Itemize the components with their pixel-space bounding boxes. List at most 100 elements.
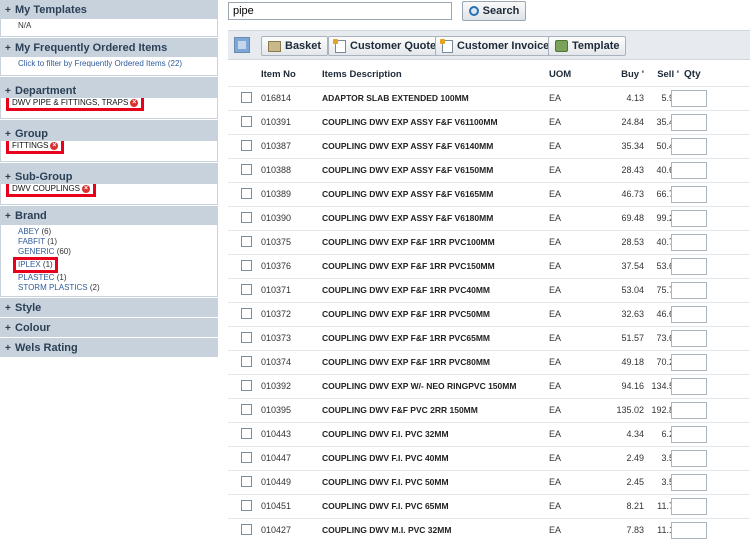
item-uom: EA — [549, 309, 562, 319]
item-description[interactable]: COUPLING DWV F.I. PVC 32MM — [322, 423, 449, 446]
brand-name: ABEY — [18, 227, 40, 236]
item-description[interactable]: COUPLING DWV EXP ASSY F&F V6140MM — [322, 135, 493, 158]
item-description[interactable]: COUPLING DWV EXP ASSY F&F V6150MM — [322, 159, 493, 182]
item-description[interactable]: COUPLING DWV EXP F&F 1RR PVC65MM — [322, 327, 490, 350]
quantity-input[interactable] — [671, 138, 707, 155]
quantity-input[interactable] — [671, 186, 707, 203]
subgroup-header[interactable]: + Sub-Group — [0, 163, 218, 184]
wels-rating-header[interactable]: + Wels Rating — [0, 338, 218, 357]
quantity-input[interactable] — [671, 306, 707, 323]
item-description[interactable]: COUPLING DWV EXP F&F 1RR PVC100MM — [322, 231, 495, 254]
row-checkbox[interactable] — [241, 500, 252, 511]
item-description[interactable]: COUPLING DWV EXP ASSY F&F V61100MM — [322, 111, 498, 134]
customer-quote-label: Customer Quote — [350, 40, 437, 52]
row-checkbox[interactable] — [241, 260, 252, 271]
select-all-checkbox[interactable] — [234, 37, 250, 53]
quantity-input[interactable] — [671, 258, 707, 275]
colour-header[interactable]: + Colour — [0, 318, 218, 337]
brand-item-plastec[interactable]: PLASTEC (1) — [18, 273, 212, 283]
item-description[interactable]: COUPLING DWV M.I. PVC 32MM — [322, 519, 451, 542]
item-number: 010392 — [261, 381, 292, 391]
table-row: 010443COUPLING DWV F.I. PVC 32MMEA4.346.… — [228, 422, 750, 446]
row-checkbox[interactable] — [241, 188, 252, 199]
item-description[interactable]: ADAPTOR SLAB EXTENDED 100MM — [322, 87, 469, 110]
row-checkbox[interactable] — [241, 236, 252, 247]
item-buy-price: 28.53 — [621, 237, 644, 247]
frequent-items-filter-link[interactable]: Click to filter by Frequently Ordered It… — [0, 57, 218, 76]
quantity-input[interactable] — [671, 114, 707, 131]
quantity-input[interactable] — [671, 354, 707, 371]
row-checkbox[interactable] — [241, 524, 252, 535]
brand-item-fabfit[interactable]: FABFIT (1) — [18, 237, 212, 247]
header-sell[interactable]: Sell ' — [657, 63, 679, 86]
frequent-items-header[interactable]: + My Frequently Ordered Items — [0, 38, 218, 57]
quantity-input[interactable] — [671, 162, 707, 179]
quantity-input[interactable] — [671, 474, 707, 491]
row-checkbox[interactable] — [241, 212, 252, 223]
remove-filter-icon[interactable]: × — [130, 98, 139, 107]
quantity-input[interactable] — [671, 210, 707, 227]
quantity-input[interactable] — [671, 90, 707, 107]
group-header[interactable]: + Group — [0, 120, 218, 141]
header-description[interactable]: Items Description — [322, 63, 402, 86]
row-checkbox[interactable] — [241, 428, 252, 439]
brand-item-storm-plastics[interactable]: STORM PLASTICS (2) — [18, 283, 212, 293]
quantity-input[interactable] — [671, 498, 707, 515]
expand-icon: + — [5, 211, 11, 222]
quantity-input[interactable] — [671, 426, 707, 443]
quantity-input[interactable] — [671, 522, 707, 539]
quantity-input[interactable] — [671, 402, 707, 419]
item-description[interactable]: COUPLING DWV F.I. PVC 40MM — [322, 447, 449, 470]
quantity-input[interactable] — [671, 378, 707, 395]
item-buy-price: 4.13 — [626, 93, 644, 103]
brand-item-iplex[interactable]: IPLEX (1) — [13, 257, 58, 273]
search-input[interactable] — [228, 2, 452, 20]
quantity-input[interactable] — [671, 450, 707, 467]
row-checkbox[interactable] — [241, 476, 252, 487]
basket-button[interactable]: Basket — [261, 36, 329, 56]
item-description[interactable]: COUPLING DWV EXP F&F 1RR PVC80MM — [322, 351, 490, 374]
quantity-input[interactable] — [671, 282, 707, 299]
item-description[interactable]: COUPLING DWV EXP W/- NEO RINGPVC 150MM — [322, 375, 516, 398]
row-checkbox[interactable] — [241, 404, 252, 415]
row-checkbox[interactable] — [241, 356, 252, 367]
department-header[interactable]: + Department — [0, 77, 218, 98]
customer-invoice-button[interactable]: Customer Invoice — [435, 36, 557, 56]
table-body: 016814 ADAPTOR SLAB EXTENDED 100MM EA 4.13 5… — [228, 86, 750, 542]
row-checkbox[interactable] — [241, 284, 252, 295]
row-checkbox[interactable] — [241, 380, 252, 391]
row-checkbox[interactable] — [241, 116, 252, 127]
header-buy[interactable]: Buy ' — [621, 63, 644, 86]
item-number: 010395 — [261, 405, 292, 415]
row-checkbox[interactable] — [241, 332, 252, 343]
quantity-input[interactable] — [671, 330, 707, 347]
table-row: 010389 COUPLING DWV EXP ASSY F&F V6165MM E… — [228, 182, 750, 206]
row-checkbox[interactable] — [241, 92, 252, 103]
customer-quote-button[interactable]: Customer Quote — [328, 36, 444, 56]
item-description[interactable]: COUPLING DWV EXP F&F 1RR PVC150MM — [322, 255, 495, 278]
row-checkbox[interactable] — [241, 308, 252, 319]
brand-item-generic[interactable]: GENERIC (60) — [18, 247, 212, 257]
table-row: 010371 COUPLING DWV EXP F&F 1RR PVC40MM EA… — [228, 278, 750, 302]
item-description[interactable]: COUPLING DWV F.I. PVC 50MM — [322, 471, 449, 494]
template-button[interactable]: Template — [548, 36, 627, 56]
brand-header[interactable]: + Brand — [0, 206, 218, 225]
remove-filter-icon[interactable]: × — [82, 184, 91, 193]
row-checkbox[interactable] — [241, 452, 252, 463]
brand-item-abey[interactable]: ABEY (6) — [18, 227, 212, 237]
my-templates-header[interactable]: + My Templates — [0, 0, 218, 19]
item-description[interactable]: COUPLING DWV EXP ASSY F&F V6165MM — [322, 183, 493, 206]
item-description[interactable]: COUPLING DWV EXP F&F 1RR PVC50MM — [322, 303, 490, 326]
header-item-no[interactable]: Item No — [261, 63, 296, 86]
item-description[interactable]: COUPLING DWV EXP ASSY F&F V6180MM — [322, 207, 493, 230]
style-header[interactable]: + Style — [0, 298, 218, 317]
item-description[interactable]: COUPLING DWV F&F PVC 2RR 150MM — [322, 399, 478, 422]
search-button[interactable]: Search — [462, 1, 526, 21]
quantity-input[interactable] — [671, 234, 707, 251]
item-description[interactable]: COUPLING DWV EXP F&F 1RR PVC40MM — [322, 279, 490, 302]
row-checkbox[interactable] — [241, 164, 252, 175]
row-checkbox[interactable] — [241, 140, 252, 151]
header-uom[interactable]: UOM — [549, 63, 571, 86]
remove-filter-icon[interactable]: × — [50, 141, 59, 150]
document-icon — [440, 38, 453, 53]
